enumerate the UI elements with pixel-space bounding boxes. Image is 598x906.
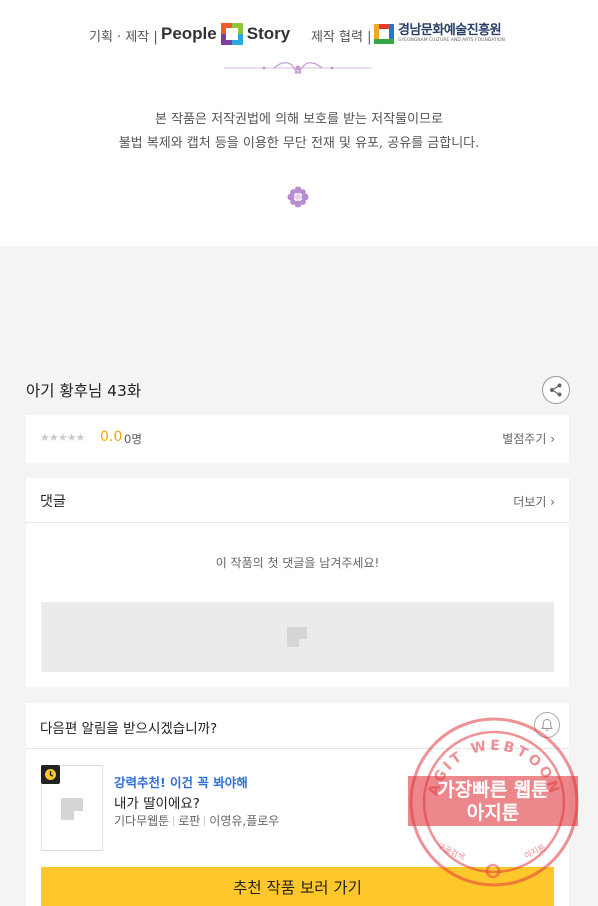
comments-empty-text: 이 작품의 첫 댓글을 남겨주세요! bbox=[215, 556, 380, 570]
partner-name: 경남문화예술진흥원 bbox=[398, 23, 502, 38]
comments-header: 댓글 더보기 › bbox=[26, 478, 569, 523]
placeholder-image-icon bbox=[287, 627, 307, 647]
ornament-divider-icon bbox=[224, 62, 372, 74]
comment-input-box[interactable] bbox=[41, 602, 554, 672]
people-word: People bbox=[161, 24, 217, 43]
partner-name-en: GYEONGNAM CULTURE AND ARTS FOUNDATION bbox=[398, 38, 505, 43]
share-button[interactable] bbox=[542, 376, 570, 404]
credits-section: 기획 · 제작 | People Story 제작 협력 | 경남문화예술진흥원 bbox=[0, 0, 598, 246]
comments-more-link[interactable]: 더보기 › bbox=[513, 493, 555, 510]
meta-authors: 이영유,플로우 bbox=[209, 814, 280, 828]
wait-free-clock-icon bbox=[41, 765, 60, 784]
view-recommendations-button[interactable]: 추천 작품 보러 가기 bbox=[41, 867, 554, 906]
rating-count: 0명 bbox=[124, 432, 142, 446]
people-story-mark-icon bbox=[220, 23, 243, 45]
share-icon bbox=[550, 383, 562, 397]
recommended-title[interactable]: 내가 딸이에요? bbox=[114, 792, 200, 812]
foundation-mark-icon bbox=[374, 24, 394, 44]
meta-type: 기다무웹툰 bbox=[114, 814, 170, 828]
placeholder-image-icon bbox=[61, 798, 83, 820]
rating-score: 0.0 bbox=[100, 429, 123, 445]
meta-genre: 로판 bbox=[178, 814, 201, 828]
credit-row: 기획 · 제작 | People Story 제작 협력 | 경남문화예술진흥원 bbox=[0, 20, 598, 48]
planning-label: 기획 · 제작 | bbox=[89, 30, 158, 45]
notification-question: 다음편 알림을 받으시겠습니까? bbox=[40, 721, 218, 737]
rating-card: ★★★★★ 0.0 0명 별점주기 › bbox=[26, 415, 569, 463]
recommended-meta: 기다무웹툰 로판 이영유,플로우 bbox=[114, 812, 279, 829]
recommend-tag: 강력추천! 이건 꼭 봐야해 bbox=[114, 775, 248, 790]
rating-stars: ★★★★★ bbox=[40, 431, 85, 444]
notice-line-1: 본 작품은 저작권법에 의해 보호를 받는 저작물이므로 bbox=[155, 112, 443, 127]
notice-line-2: 불법 복제와 캡처 등을 이용한 무단 전재 및 유포, 공유를 금합니다. bbox=[118, 136, 480, 151]
people-story-logo: People Story bbox=[161, 20, 290, 48]
notification-header: 다음편 알림을 받으시겠습니까? bbox=[26, 703, 569, 749]
notification-bell-button[interactable] bbox=[534, 712, 560, 738]
story-word: Story bbox=[246, 24, 291, 43]
rate-button[interactable]: 별점주기 › bbox=[502, 430, 555, 447]
copyright-notice: 본 작품은 저작권법에 의해 보호를 받는 저작물이므로 불법 복제와 캡처 등… bbox=[0, 108, 598, 156]
meta-separator bbox=[204, 815, 206, 826]
comments-card: 댓글 더보기 › 이 작품의 첫 댓글을 남겨주세요! bbox=[26, 478, 569, 687]
partner-label: 제작 협력 | bbox=[311, 30, 372, 45]
next-episode-card: 다음편 알림을 받으시겠습니까? 강력추천! 이건 꼭 봐야해 내가 딸이에요?… bbox=[26, 703, 569, 906]
episode-title: 아기 황후님 43화 bbox=[26, 382, 142, 400]
gyeongnam-foundation-logo: 경남문화예술진흥원 GYEONGNAM CULTURE AND ARTS FOU… bbox=[374, 23, 505, 44]
comments-title: 댓글 bbox=[40, 494, 66, 510]
meta-separator bbox=[173, 815, 175, 826]
flower-ornament-icon bbox=[287, 186, 309, 208]
bell-icon bbox=[541, 718, 553, 731]
